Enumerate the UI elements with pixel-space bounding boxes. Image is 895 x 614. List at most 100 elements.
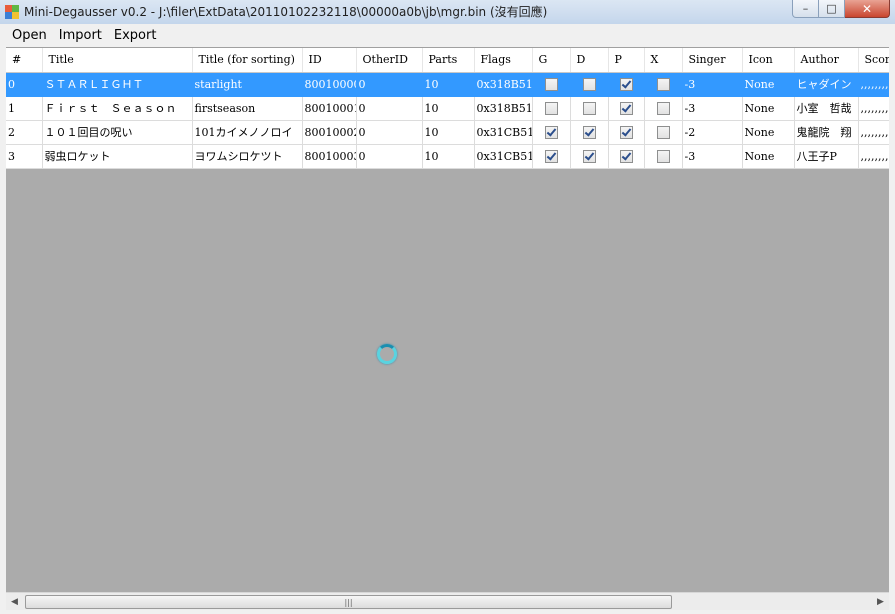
cell-x-checkbox-cell: [644, 96, 683, 121]
cell-icon[interactable]: None: [742, 120, 795, 145]
cell-d-checkbox[interactable]: [582, 125, 596, 139]
horizontal-scrollbar[interactable]: ◀ ||| ▶: [6, 592, 889, 610]
col-header-p[interactable]: P: [608, 48, 645, 73]
col-header-id[interactable]: ID: [302, 48, 357, 73]
table-row[interactable]: 1 Ｆｉｒｓｔ Ｓｅａｓｏｎ firstseason 80010001 0 10 0x318…: [6, 96, 889, 121]
cell-singer[interactable]: -3: [682, 96, 743, 121]
cell-title[interactable]: １０１回目の呪い: [42, 120, 193, 145]
cell-g-checkbox-cell: [532, 120, 571, 145]
cell-parts[interactable]: 10: [422, 144, 475, 169]
cell-num[interactable]: 3: [6, 144, 43, 169]
menu-export[interactable]: Export: [108, 26, 163, 46]
cell-score[interactable]: ,,,,,,,,: [858, 96, 889, 121]
cell-g-checkbox-cell: [532, 144, 571, 169]
cell-x-checkbox[interactable]: [656, 149, 670, 163]
cell-id[interactable]: 80010003: [302, 144, 357, 169]
col-header-title[interactable]: Title: [42, 48, 193, 73]
cell-author[interactable]: 八王子P: [794, 144, 859, 169]
cell-g-checkbox[interactable]: [544, 101, 558, 115]
cell-d-checkbox-cell: [570, 96, 609, 121]
cell-parts[interactable]: 10: [422, 72, 475, 97]
close-button[interactable]: ✕: [845, 0, 890, 18]
cell-g-checkbox[interactable]: [544, 77, 558, 91]
cell-num[interactable]: 0: [6, 72, 43, 97]
cell-x-checkbox[interactable]: [656, 101, 670, 115]
table-row[interactable]: 3 弱虫ロケット ヨワムシロケツト 80010003 0 10 0x31CB51 -3 None…: [6, 144, 889, 169]
app-window: Mini-Degausser v0.2 - J:\filer\ExtData\2…: [0, 0, 895, 614]
cell-icon[interactable]: None: [742, 144, 795, 169]
cell-score[interactable]: ,,,,,,,,: [858, 144, 889, 169]
cell-title[interactable]: 弱虫ロケット: [42, 144, 193, 169]
col-header-g[interactable]: G: [532, 48, 571, 73]
cell-author[interactable]: ヒャダイン: [794, 72, 859, 97]
scroll-left-arrow-icon[interactable]: ◀: [6, 593, 23, 610]
cell-otherid[interactable]: 0: [356, 72, 423, 97]
scroll-thumb[interactable]: |||: [25, 595, 672, 609]
cell-g-checkbox[interactable]: [544, 125, 558, 139]
cell-icon[interactable]: None: [742, 72, 795, 97]
cell-p-checkbox[interactable]: [619, 149, 633, 163]
minimize-button[interactable]: –: [792, 0, 819, 18]
cell-num[interactable]: 1: [6, 96, 43, 121]
app-icon: [5, 5, 19, 19]
col-header-d[interactable]: D: [570, 48, 609, 73]
cell-parts[interactable]: 10: [422, 120, 475, 145]
cell-id[interactable]: 80010000: [302, 72, 357, 97]
title-bar[interactable]: Mini-Degausser v0.2 - J:\filer\ExtData\2…: [0, 0, 895, 24]
col-header-flags[interactable]: Flags: [474, 48, 533, 73]
maximize-button[interactable]: □: [819, 0, 845, 18]
cell-otherid[interactable]: 0: [356, 120, 423, 145]
cell-g-checkbox[interactable]: [544, 149, 558, 163]
cell-g-checkbox-cell: [532, 96, 571, 121]
menu-open[interactable]: Open: [6, 26, 53, 46]
cell-title[interactable]: ＳＴＡＲＬＩＧＨＴ: [42, 72, 193, 97]
col-header-otherid[interactable]: OtherID: [356, 48, 423, 73]
cell-x-checkbox[interactable]: [656, 125, 670, 139]
cell-singer[interactable]: -3: [682, 72, 743, 97]
col-header-parts[interactable]: Parts: [422, 48, 475, 73]
caption-buttons: – □ ✕: [792, 0, 890, 18]
cell-score[interactable]: ,,,,,,,,: [858, 120, 889, 145]
cell-singer[interactable]: -3: [682, 144, 743, 169]
col-header-score[interactable]: Score: [858, 48, 889, 73]
scroll-right-arrow-icon[interactable]: ▶: [872, 593, 889, 610]
cell-p-checkbox[interactable]: [619, 77, 633, 91]
cell-id[interactable]: 80010002: [302, 120, 357, 145]
cell-d-checkbox[interactable]: [582, 77, 596, 91]
cell-otherid[interactable]: 0: [356, 96, 423, 121]
cell-score[interactable]: ,,,,,,,,: [858, 72, 889, 97]
cell-title-sort[interactable]: starlight: [192, 72, 303, 97]
cell-author[interactable]: 小室 哲哉: [794, 96, 859, 121]
table-row[interactable]: 0 ＳＴＡＲＬＩＧＨＴ starlight 80010000 0 10 0x318B51 -3…: [6, 72, 889, 97]
cell-p-checkbox[interactable]: [619, 125, 633, 139]
cell-otherid[interactable]: 0: [356, 144, 423, 169]
cell-x-checkbox[interactable]: [656, 77, 670, 91]
cell-flags[interactable]: 0x318B51: [474, 96, 533, 121]
col-header-num[interactable]: #: [6, 48, 43, 73]
col-header-title-sort[interactable]: Title (for sorting): [192, 48, 303, 73]
cell-id[interactable]: 80010001: [302, 96, 357, 121]
cell-p-checkbox[interactable]: [619, 101, 633, 115]
cell-title-sort[interactable]: 101カイメノノロイ: [192, 120, 303, 145]
cell-flags[interactable]: 0x31CB51: [474, 144, 533, 169]
cell-author[interactable]: 鬼龍院 翔: [794, 120, 859, 145]
col-header-x[interactable]: X: [644, 48, 683, 73]
cell-parts[interactable]: 10: [422, 96, 475, 121]
cell-num[interactable]: 2: [6, 120, 43, 145]
col-header-author[interactable]: Author: [794, 48, 859, 73]
col-header-icon[interactable]: Icon: [742, 48, 795, 73]
cell-singer[interactable]: -2: [682, 120, 743, 145]
cell-title-sort[interactable]: ヨワムシロケツト: [192, 144, 303, 169]
cell-p-checkbox-cell: [608, 96, 645, 121]
cell-d-checkbox[interactable]: [582, 101, 596, 115]
cell-icon[interactable]: None: [742, 96, 795, 121]
cell-d-checkbox[interactable]: [582, 149, 596, 163]
table-row[interactable]: 2 １０１回目の呪い 101カイメノノロイ 80010002 0 10 0x31CB51 -2…: [6, 120, 889, 145]
cell-title[interactable]: Ｆｉｒｓｔ Ｓｅａｓｏｎ: [42, 96, 193, 121]
songs-grid[interactable]: # Title Title (for sorting) ID OtherID P…: [6, 47, 889, 593]
cell-title-sort[interactable]: firstseason: [192, 96, 303, 121]
cell-flags[interactable]: 0x31CB51: [474, 120, 533, 145]
menu-import[interactable]: Import: [53, 26, 108, 46]
cell-flags[interactable]: 0x318B51: [474, 72, 533, 97]
col-header-singer[interactable]: Singer: [682, 48, 743, 73]
